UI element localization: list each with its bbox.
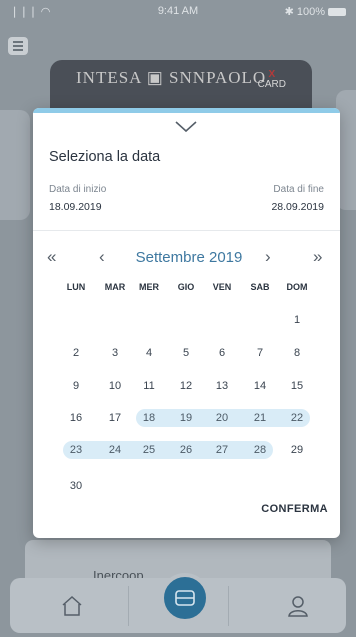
modal-title: Seleziona la data [49, 149, 161, 165]
card-bank-logo: INTESA ▣ SNNPAOLO [76, 68, 267, 87]
weekday-label-ven: VEN [212, 282, 232, 292]
calendar-day[interactable]: 28 [245, 442, 275, 458]
weekday-label-mer: MER [139, 282, 159, 292]
next-year-button[interactable]: » [313, 248, 322, 266]
start-date-value[interactable]: 18.09.2019 [49, 201, 102, 213]
calendar-day[interactable]: 21 [245, 410, 275, 426]
divider [33, 230, 340, 231]
calendar-day[interactable]: 11 [134, 378, 164, 394]
prev-year-button[interactable]: « [47, 248, 56, 266]
start-date-label: Data di inizio [49, 184, 107, 195]
calendar-day[interactable]: 7 [245, 345, 275, 361]
selected-range-band [63, 441, 273, 459]
weekday-label-gio: GIO [177, 282, 195, 292]
home-icon[interactable] [60, 594, 84, 618]
calendar-day[interactable]: 29 [282, 442, 312, 458]
card-brand-logo: X CARD [257, 69, 286, 90]
calendar-day[interactable]: 20 [207, 410, 237, 426]
end-date-value[interactable]: 28.09.2019 [271, 201, 324, 213]
month-title: Settembre 2019 [135, 249, 243, 266]
calendar-day[interactable]: 16 [61, 410, 91, 426]
calendar-day[interactable]: 18 [134, 410, 164, 426]
calendar-day[interactable]: 6 [207, 345, 237, 361]
next-month-button[interactable]: › [265, 248, 271, 266]
menu-icon[interactable] [8, 37, 28, 55]
calendar-day[interactable]: 30 [61, 478, 91, 494]
calendar-day[interactable]: 19 [171, 410, 201, 426]
calendar-day[interactable]: 9 [61, 378, 91, 394]
wallet-button[interactable] [160, 573, 210, 623]
weekday-label-sab: SAB [250, 282, 270, 292]
prev-month-button[interactable]: ‹ [99, 248, 105, 266]
calendar-day[interactable]: 23 [61, 442, 91, 458]
side-card-left[interactable] [0, 110, 30, 220]
calendar-day[interactable]: 4 [134, 345, 164, 361]
calendar-day[interactable]: 1 [282, 312, 312, 328]
status-bar: ❘❘❘ ◠ 9:41 AM ✱ 100% [0, 0, 356, 22]
calendar-day[interactable]: 15 [282, 378, 312, 394]
calendar-day[interactable]: 14 [245, 378, 275, 394]
month-navigation: « ‹ Settembre 2019 › » [33, 248, 340, 268]
end-date-label: Data di fine [273, 184, 324, 195]
wallet-icon [175, 590, 195, 606]
calendar-day[interactable]: 12 [171, 378, 201, 394]
battery-icon [328, 8, 346, 17]
calendar-day[interactable]: 24 [100, 442, 130, 458]
calendar-day[interactable]: 8 [282, 345, 312, 361]
confirm-button[interactable]: CONFERMA [261, 503, 328, 515]
chevron-down-icon[interactable] [174, 120, 198, 134]
calendar-day[interactable]: 26 [171, 442, 201, 458]
calendar-day[interactable]: 17 [100, 410, 130, 426]
profile-icon[interactable] [286, 594, 310, 618]
calendar-day[interactable]: 22 [282, 410, 312, 426]
modal-top-bar [33, 108, 340, 113]
calendar-day[interactable]: 27 [207, 442, 237, 458]
calendar-day[interactable]: 5 [171, 345, 201, 361]
date-picker-modal: Seleziona la data Data di inizio 18.09.2… [33, 108, 340, 538]
calendar-day[interactable]: 2 [61, 345, 91, 361]
calendar-day[interactable]: 25 [134, 442, 164, 458]
calendar-day[interactable]: 13 [207, 378, 237, 394]
calendar-day[interactable]: 3 [100, 345, 130, 361]
calendar-day[interactable]: 10 [100, 378, 130, 394]
weekday-label-mar: MAR [104, 282, 126, 292]
battery-indicator: ✱ 100% [285, 5, 346, 18]
weekday-label-lun: LUN [66, 282, 86, 292]
weekday-label-dom: DOM [286, 282, 308, 292]
